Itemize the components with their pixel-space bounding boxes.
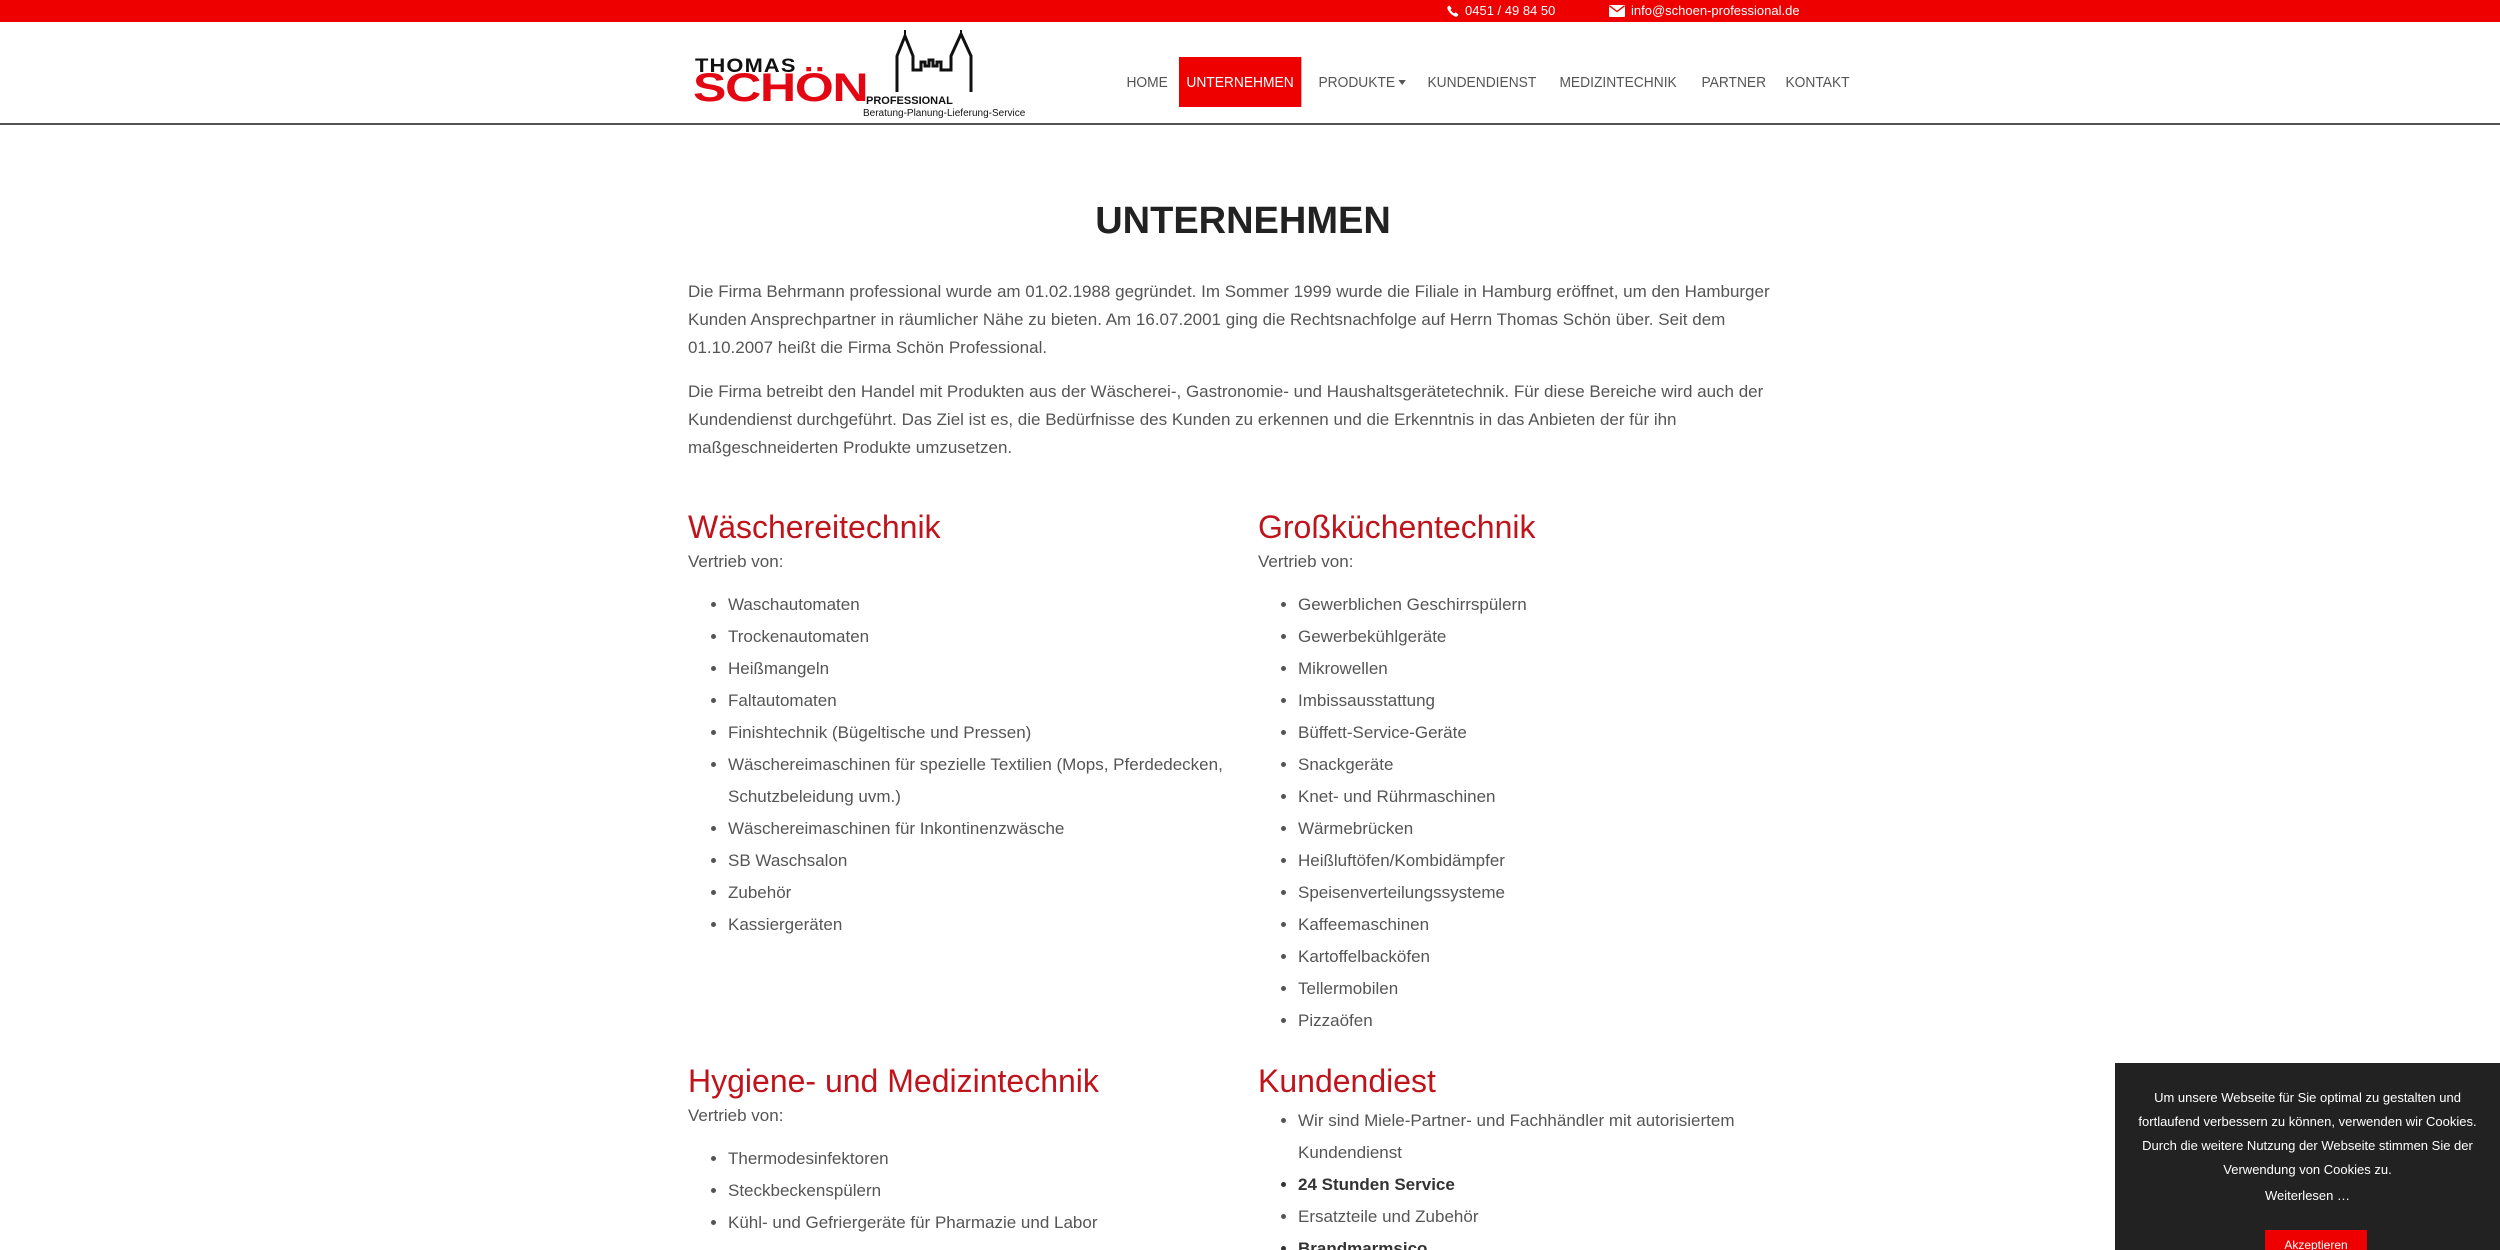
list-item: Speisenverteilungssysteme: [1298, 877, 1818, 909]
list-item: Trockenautomaten: [728, 621, 1248, 653]
nav-produkte[interactable]: PRODUKTE: [1312, 57, 1413, 107]
section-subtitle: Vertrieb von:: [1258, 552, 1354, 571]
church-towers-logo-graphic: [895, 30, 973, 92]
cookie-accept-button[interactable]: Akzeptieren: [2265, 1230, 2367, 1250]
list-item: Zubehör: [728, 877, 1248, 909]
list-item: Kartoffelbacköfen: [1298, 941, 1818, 973]
nav-partner[interactable]: PARTNER: [1695, 57, 1773, 107]
section-grosskuechentechnik: Großküchentechnik Vertrieb von: Gewerbli…: [1258, 505, 1818, 1037]
list-item: Faltautomaten: [728, 685, 1248, 717]
phone-link[interactable]: 0451 / 49 84 50: [1447, 3, 1555, 18]
list-item: Kassiergeräten: [728, 909, 1248, 941]
list-item: Imbissausstattung: [1298, 685, 1818, 717]
list-item: Pizzaöfen: [1298, 1005, 1818, 1037]
email-address: info@schoen-professional.de: [1631, 3, 1800, 18]
list-item: Kaffeemaschinen: [1298, 909, 1818, 941]
site-header: THOMAS SCHÖN PROFESSIONAL Beratung-Planu…: [0, 22, 2500, 125]
list-item: Knet- und Rührmaschinen: [1298, 781, 1818, 813]
nav-kundendienst[interactable]: KUNDENDIENST: [1421, 57, 1543, 107]
nav-unternehmen[interactable]: UNTERNEHMEN: [1179, 57, 1302, 107]
mail-icon: [1609, 4, 1625, 17]
intro-paragraph-2: Die Firma betreibt den Handel mit Produk…: [688, 382, 1764, 457]
product-list: Thermodesinfektoren Steckbeckenspülern K…: [688, 1143, 1248, 1239]
list-item: Kühl- und Gefriergeräte für Pharmazie un…: [728, 1207, 1248, 1239]
company-logo[interactable]: THOMAS SCHÖN PROFESSIONAL Beratung-Planu…: [693, 26, 1025, 120]
section-kundendienst: Kundendiest Wir sind Miele-Partner- und …: [1258, 1059, 1818, 1250]
phone-number: 0451 / 49 84 50: [1465, 3, 1556, 18]
list-item: Ersatzteile und Zubehör: [1298, 1201, 1818, 1233]
logo-line-professional: PROFESSIONAL: [866, 95, 953, 107]
section-hygiene-medizintechnik: Hygiene- und Medizintechnik Vertrieb von…: [688, 1059, 1248, 1239]
main-navigation: HOME UNTERNEHMEN PRODUKTE KUNDENDIENST M…: [1120, 57, 1863, 107]
list-item: Heißmangeln: [728, 653, 1248, 685]
product-list: Waschautomaten Trockenautomaten Heißmang…: [688, 589, 1248, 941]
list-item: Steckbeckenspülern: [728, 1175, 1248, 1207]
cookie-read-more-link[interactable]: Weiterlesen …: [2115, 1188, 2500, 1203]
phone-icon: [1447, 5, 1459, 17]
top-contact-bar: 0451 / 49 84 50 info@schoen-professional…: [0, 0, 2500, 22]
list-item: Wärmebrücken: [1298, 813, 1818, 845]
list-item: Tellermobilen: [1298, 973, 1818, 1005]
cookie-banner: Um unsere Webseite für Sie optimal zu ge…: [2115, 1063, 2500, 1250]
caret-down-icon: [1398, 79, 1406, 85]
list-item: Büffett-Service-Geräte: [1298, 717, 1818, 749]
section-title: Kundendiest: [1258, 1063, 1436, 1099]
list-item: Brandmarmsico: [1298, 1233, 1818, 1250]
nav-produkte-label: PRODUKTE: [1318, 73, 1395, 91]
section-subtitle: Vertrieb von:: [688, 552, 784, 571]
list-item: 24 Stunden Service: [1298, 1169, 1818, 1201]
list-item: Wäschereimaschinen für Inkontinenzwäsche: [728, 813, 1248, 845]
list-item: Finishtechnik (Bügeltische und Pressen): [728, 717, 1248, 749]
nav-medizintechnik[interactable]: MEDIZINTECHNIK: [1553, 57, 1683, 107]
product-list: Gewerblichen Geschirrspülern Gewerbekühl…: [1258, 589, 1818, 1037]
list-item: Wäschereimaschinen für spezielle Textili…: [728, 749, 1248, 813]
section-title: Hygiene- und Medizintechnik: [688, 1063, 1099, 1099]
list-item: SB Waschsalon: [728, 845, 1248, 877]
section-waeschereitechnik: Wäschereitechnik Vertrieb von: Waschauto…: [688, 505, 1248, 941]
section-subtitle: Vertrieb von:: [688, 1106, 784, 1125]
section-title: Wäschereitechnik: [688, 509, 941, 545]
list-item: Waschautomaten: [728, 589, 1248, 621]
list-item: Mikrowellen: [1298, 653, 1818, 685]
cookie-message: Um unsere Webseite für Sie optimal zu ge…: [2138, 1090, 2477, 1177]
nav-home[interactable]: HOME: [1120, 57, 1174, 107]
email-link[interactable]: info@schoen-professional.de: [1609, 3, 1800, 18]
list-item: Thermodesinfektoren: [728, 1143, 1248, 1175]
service-list: Wir sind Miele-Partner- und Fachhändler …: [1258, 1105, 1818, 1250]
intro-paragraph-1: Die Firma Behrmann professional wurde am…: [688, 282, 1770, 357]
list-item: Wir sind Miele-Partner- und Fachhändler …: [1298, 1105, 1818, 1169]
page-title: UNTERNEHMEN: [1095, 200, 1391, 242]
list-item: Gewerblichen Geschirrspülern: [1298, 589, 1818, 621]
nav-kontakt[interactable]: KONTAKT: [1779, 57, 1856, 107]
section-title: Großküchentechnik: [1258, 509, 1536, 545]
logo-line-schoen: SCHÖN: [693, 66, 869, 110]
list-item: Gewerbekühlgeräte: [1298, 621, 1818, 653]
logo-tagline: Beratung-Planung-Lieferung-Service: [863, 108, 1026, 119]
list-item: Heißluftöfen/Kombidämpfer: [1298, 845, 1818, 877]
list-item: Snackgeräte: [1298, 749, 1818, 781]
